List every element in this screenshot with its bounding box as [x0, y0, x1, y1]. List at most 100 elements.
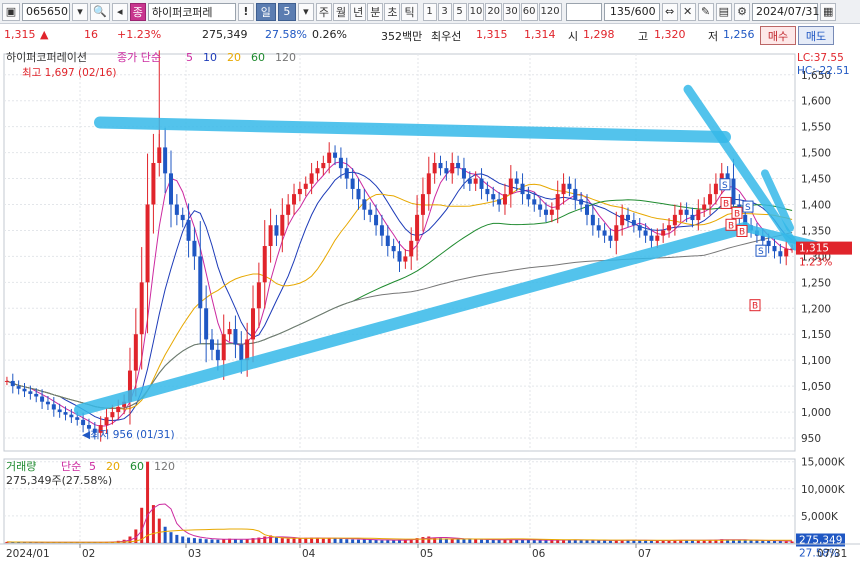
tick-120-button[interactable]: 120 [538, 2, 562, 21]
candle-body [590, 214, 595, 226]
candle-body [286, 204, 291, 215]
candle-body [157, 147, 162, 163]
high-price: 1,320 [654, 28, 686, 41]
candle-body [303, 183, 308, 189]
blank-dropdown[interactable] [565, 2, 602, 21]
sound-icon[interactable]: ◂ [111, 2, 128, 21]
price-tick-label: 1,600 [801, 96, 831, 108]
count-field[interactable]: 135/600 [603, 2, 660, 21]
date-field[interactable]: 2024/07/31 [752, 2, 819, 21]
save-icon[interactable]: ▤ [715, 2, 733, 21]
period-2-button[interactable]: 년 [350, 2, 367, 21]
period-day-button[interactable]: 일 [255, 2, 276, 21]
candle-body [116, 406, 121, 413]
gear-icon[interactable]: ⚙ [734, 2, 751, 21]
stock-name-field[interactable]: 하이퍼코퍼레 [147, 2, 236, 21]
signal-B: B [723, 199, 729, 209]
tick-buttons: 1 3 5 10 20 30 60 120 [422, 2, 562, 21]
tick-60-button[interactable]: 60 [520, 2, 538, 21]
draw-icon[interactable]: ✎ [697, 2, 714, 21]
candle-body [579, 199, 584, 205]
period-4-button[interactable]: 초 [384, 2, 401, 21]
volume-bar [351, 539, 355, 543]
candle-body [163, 147, 168, 174]
volume-bar [163, 526, 167, 543]
tick-3-button[interactable]: 3 [437, 2, 452, 21]
tick-1-button[interactable]: 1 [422, 2, 437, 21]
dropdown-icon[interactable]: ▾ [72, 2, 88, 21]
candle-body [450, 162, 455, 174]
volume-bar [198, 538, 202, 543]
volume-bar [608, 540, 612, 543]
candle-body [549, 209, 554, 215]
candle-body [643, 230, 648, 236]
candle-body [637, 225, 642, 231]
candle-body [502, 194, 507, 205]
stock-code-input[interactable]: 065650 [22, 2, 70, 21]
volume-bar [210, 539, 214, 543]
candle-body [626, 214, 631, 221]
candle-body [374, 214, 379, 226]
volume-bar [204, 539, 208, 543]
sell-button[interactable]: 매도 [798, 26, 834, 45]
candle-body [420, 194, 425, 215]
volume-bar [749, 540, 753, 543]
alert-button[interactable]: ! [237, 2, 254, 21]
candle-body [532, 199, 537, 205]
search-icon[interactable]: 🔍 [90, 2, 110, 21]
date-label: 02 [82, 548, 95, 560]
period-1-button[interactable]: 월 [332, 2, 350, 21]
volume-bar [544, 540, 548, 543]
candle-body [186, 220, 191, 241]
buy-button[interactable]: 매수 [760, 26, 796, 45]
low-price: 1,256 [723, 28, 755, 41]
candle-body [555, 194, 560, 210]
ma-period-label: 10 [203, 51, 217, 64]
candle-body [725, 173, 730, 179]
period-3-button[interactable]: 분 [367, 2, 384, 21]
date-label: 04 [302, 548, 316, 560]
candle-body [708, 194, 713, 205]
calendar-icon[interactable]: ▦ [820, 2, 837, 21]
period-0-button[interactable]: 주 [315, 2, 332, 21]
period-value[interactable]: 5 [277, 2, 296, 21]
signal-S: S [722, 181, 728, 191]
volume-bar [298, 538, 302, 543]
stock-chart[interactable]: 1,6501,6001,5501,5001,4501,4001,3501,300… [0, 46, 860, 565]
tick-5-button[interactable]: 5 [452, 2, 467, 21]
candle-body [51, 404, 56, 410]
volume-bar [456, 538, 460, 543]
volume-bar [497, 539, 501, 543]
open-label: 시 [568, 30, 579, 43]
price-tick-label: 1,450 [801, 174, 831, 186]
volume-bar [772, 540, 776, 543]
volume-bar [169, 532, 173, 543]
volume-bar [245, 539, 249, 543]
turnover-ratio: 0.26% [312, 28, 347, 41]
tick-20-button[interactable]: 20 [485, 2, 503, 21]
volume-bar [356, 539, 360, 543]
best-bid: 1,314 [524, 28, 556, 41]
price-tick-label: 1,250 [801, 277, 831, 289]
fit-icon[interactable]: ✕ [679, 2, 696, 21]
tick-10-button[interactable]: 10 [467, 2, 485, 21]
period-5-button[interactable]: 틱 [401, 2, 418, 21]
period-dropdown-icon[interactable]: ▾ [297, 2, 314, 21]
candle-body [432, 162, 437, 174]
candle-body [309, 173, 314, 184]
tick-30-button[interactable]: 30 [503, 2, 520, 21]
volume-bar [603, 540, 607, 543]
volume-bar [790, 541, 794, 543]
volume-bar [192, 538, 196, 543]
volume-bar [767, 540, 771, 543]
badge[interactable]: 종 [129, 2, 146, 21]
candle-body [221, 334, 226, 361]
volume-bar [538, 540, 542, 543]
candle-body [198, 256, 203, 309]
scroll-icon[interactable]: ⇔ [661, 2, 678, 21]
candle-body [661, 230, 666, 236]
candle-body [204, 308, 209, 340]
max-note: 최고 1,697 (02/16) [22, 67, 117, 79]
menu-icon[interactable]: ▣ [2, 2, 20, 21]
volume-bar [480, 539, 484, 543]
